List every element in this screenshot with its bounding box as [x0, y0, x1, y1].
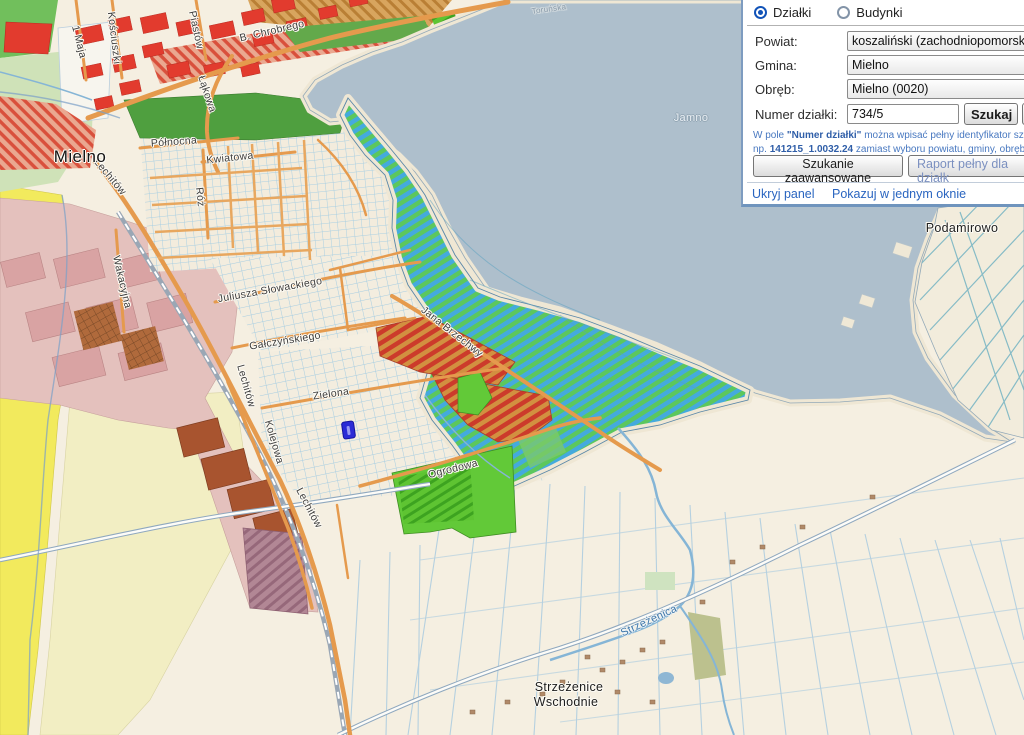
radio-dzialki[interactable]: Działki — [754, 5, 811, 20]
single-window-link[interactable]: Pokazuj w jednym oknie — [832, 187, 966, 201]
search-button[interactable]: Szukaj — [964, 103, 1018, 125]
gmina-select[interactable]: Mielno — [847, 55, 1024, 75]
radio-dzialki-label: Działki — [773, 5, 811, 20]
powiat-label: Powiat: — [755, 34, 798, 49]
search-panel: Działki Budynki Powiat: koszaliński (zac… — [741, 0, 1024, 207]
obreb-select[interactable]: Mielno (0020) — [847, 79, 1024, 99]
powiat-select[interactable]: koszaliński (zachodniopomorskie — [847, 31, 1024, 51]
radio-dzialki-icon[interactable] — [754, 6, 767, 19]
full-report-button[interactable]: Raport pełny dla działk — [908, 155, 1024, 177]
gmina-label: Gmina: — [755, 58, 797, 73]
obreb-label: Obręb: — [755, 82, 795, 97]
radio-budynki-label: Budynki — [856, 5, 902, 20]
help-text: W pole "Numer działki" można wpisać pełn… — [753, 129, 1024, 157]
radio-budynki-icon[interactable] — [837, 6, 850, 19]
parcel-number-label: Numer działki: — [755, 107, 837, 122]
hide-panel-link[interactable]: Ukryj panel — [752, 187, 815, 201]
divider — [747, 182, 1024, 183]
divider — [747, 25, 1024, 26]
advanced-search-button[interactable]: Szukanie zaawansowane — [753, 155, 903, 177]
radio-budynki[interactable]: Budynki — [837, 5, 902, 20]
parcel-number-input[interactable] — [847, 104, 959, 124]
selected-parcel-marker[interactable] — [341, 420, 356, 440]
